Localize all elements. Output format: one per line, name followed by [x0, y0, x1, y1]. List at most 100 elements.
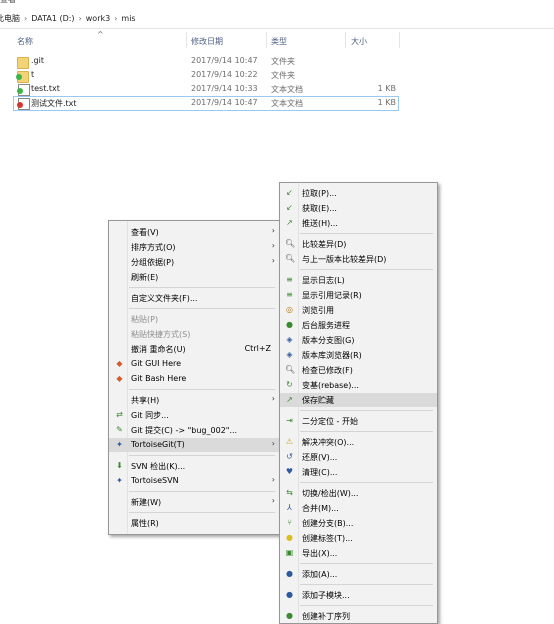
submenu-item-rebase[interactable]: ↻ 变基(rebase)...: [280, 378, 437, 392]
breadcrumb-separator-icon: ›: [114, 13, 118, 23]
context-menu: 查看(V) › 排序方式(O) › 分组依据(P) › 刷新(E) 自定义文件夹(F)…: [108, 220, 280, 535]
export-icon: ▣: [285, 548, 294, 557]
address-bar[interactable]: 此电脑 › DATA1 (D:) › work3 › mis: [0, 8, 554, 29]
text-file-git-ok-icon: [17, 84, 30, 96]
menu-item-new[interactable]: 新建(W) ›: [109, 495, 279, 509]
breadcrumb-drive[interactable]: DATA1 (D:): [31, 14, 74, 23]
submenu-item-browse-refs[interactable]: ◎ 浏览引用: [280, 303, 437, 317]
menu-item-git-sync[interactable]: ⇄ Git 同步...: [109, 408, 279, 422]
menu-item-undo-rename[interactable]: 撤消 重命名(U) Ctrl+Z: [109, 342, 279, 356]
submenu-item-show-log[interactable]: ≡ 显示日志(L): [280, 273, 437, 287]
submenu-item-pull[interactable]: ↙ 拉取(P)...: [280, 186, 437, 200]
menu-item-properties[interactable]: 属性(R): [109, 516, 279, 530]
breadcrumb-work3[interactable]: work3: [86, 14, 110, 23]
menu-item-refresh[interactable]: 刷新(E): [109, 270, 279, 284]
submenu-item-create-patch[interactable]: ● 创建补丁序列: [280, 609, 437, 623]
menu-item-svn-checkout[interactable]: ⬇ SVN 检出(K)...: [109, 459, 279, 473]
column-type[interactable]: 类型: [271, 36, 287, 47]
merge-icon: ⅄: [287, 503, 292, 512]
menu-item-customize-folder[interactable]: 自定义文件夹(F)...: [109, 291, 279, 305]
svn-checkout-icon: ⬇: [116, 461, 123, 470]
folder-icon: [17, 57, 29, 69]
submenu-item-revert[interactable]: ↺ 还原(V)...: [280, 450, 437, 464]
breadcrumb-this-pc[interactable]: 此电脑: [0, 13, 20, 24]
submenu-item-switch-checkout[interactable]: ⇆ 切换/检出(W)...: [280, 486, 437, 500]
submenu-arrow-icon: ›: [271, 496, 275, 505]
submenu-arrow-icon: ›: [271, 256, 275, 265]
submenu-arrow-icon: ›: [271, 241, 275, 250]
submenu-item-diff[interactable]: 🔍︎ 比较差异(D): [280, 237, 437, 251]
git-gui-icon: ◆: [116, 359, 123, 368]
menu-item-git-bash[interactable]: ◆ Git Bash Here: [109, 372, 279, 386]
submenu-item-add-submodule[interactable]: ● 添加子模块...: [280, 588, 437, 602]
reflog-icon: ≡: [286, 290, 293, 299]
column-name[interactable]: 名称: [17, 36, 33, 47]
submenu-item-stash-save[interactable]: ↗ 保存贮藏: [280, 393, 437, 407]
submenu-item-cleanup[interactable]: ♥ 清理(C)...: [280, 465, 437, 479]
submenu-arrow-icon: ›: [271, 226, 275, 235]
log-icon: ≡: [286, 275, 293, 284]
tortoisegit-submenu: ↙ 拉取(P)... ↙ 获取(E)... ↗ 推送(H)... 🔍︎ 比较差异…: [279, 182, 438, 624]
resolve-icon: ⚠: [285, 437, 294, 446]
submenu-item-merge[interactable]: ⅄ 合并(M)...: [280, 501, 437, 515]
diff-icon: 🔍︎: [285, 239, 296, 248]
git-commit-icon: ✎: [116, 425, 123, 434]
submenu-item-create-branch[interactable]: ⑂ 创建分支(B)...: [280, 516, 437, 530]
text-file-git-modified-icon: [17, 98, 30, 110]
check-modified-icon: 🔍︎: [285, 365, 296, 374]
file-row[interactable]: test.txt 2017/9/14 10:33 文本文档 1 KB: [14, 83, 398, 96]
browse-refs-icon: ◎: [286, 305, 293, 314]
rebase-icon: ↻: [286, 380, 293, 389]
submenu-item-repo-browser[interactable]: ◈ 版本库浏览器(R): [280, 348, 437, 362]
submenu-item-reflog[interactable]: ≡ 显示引用记录(R): [280, 288, 437, 302]
fetch-icon: ↙: [286, 203, 293, 212]
git-bash-icon: ◆: [116, 374, 123, 383]
submenu-item-daemon[interactable]: ● 后台服务进程: [280, 318, 437, 332]
menu-item-view[interactable]: 查看(V) ›: [109, 225, 279, 239]
switch-checkout-icon: ⇆: [286, 488, 293, 497]
file-row[interactable]: 测试文件.txt 2017/9/14 10:47 文本文档 1 KB: [13, 96, 399, 111]
menu-item-git-commit[interactable]: ✎ Git 提交(C) -> "bug_002"...: [109, 423, 279, 437]
revert-icon: ↺: [286, 452, 293, 461]
column-header: ^ 名称 修改日期 类型 大小: [0, 30, 400, 50]
diff-prev-icon: 🔍︎: [285, 254, 296, 263]
submenu-item-create-tag[interactable]: ● 创建标签(T)...: [280, 531, 437, 545]
submenu-item-fetch[interactable]: ↙ 获取(E)...: [280, 201, 437, 215]
menu-item-tortoisesvn[interactable]: ✦ TortoiseSVN ›: [109, 474, 279, 488]
submenu-item-check-modified[interactable]: 🔍︎ 检查已修改(F): [280, 363, 437, 377]
tortoisesvn-icon: ✦: [116, 476, 123, 485]
column-date[interactable]: 修改日期: [191, 36, 223, 47]
menu-item-share[interactable]: 共享(H) ›: [109, 393, 279, 407]
create-tag-icon: ●: [286, 533, 293, 542]
breadcrumb-separator-icon: ›: [78, 13, 82, 23]
file-row[interactable]: t 2017/9/14 10:22 文件夹: [14, 69, 398, 83]
daemon-icon: ●: [286, 320, 293, 329]
sort-ascending-icon: ^: [97, 30, 104, 39]
menu-item-tortoisegit[interactable]: ✦ TortoiseGit(T) ›: [109, 438, 279, 452]
submenu-item-export[interactable]: ▣ 导出(X)...: [280, 546, 437, 560]
submenu-item-revision-graph[interactable]: ◈ 版本分支图(G): [280, 333, 437, 347]
submenu-item-push[interactable]: ↗ 推送(H)...: [280, 216, 437, 230]
submenu-arrow-icon: ›: [271, 439, 275, 448]
menu-item-group[interactable]: 分组依据(P) ›: [109, 255, 279, 269]
submenu-item-bisect-start[interactable]: ⇥ 二分定位 - 开始: [280, 414, 437, 428]
create-branch-icon: ⑂: [287, 518, 292, 527]
add-submodule-icon: ●: [286, 590, 293, 599]
cleanup-icon: ♥: [285, 467, 294, 476]
menu-item-git-gui[interactable]: ◆ Git GUI Here: [109, 357, 279, 371]
submenu-arrow-icon: ›: [271, 475, 275, 484]
git-sync-icon: ⇄: [116, 410, 123, 419]
bisect-icon: ⇥: [286, 416, 293, 425]
file-row[interactable]: .git 2017/9/14 10:47 文件夹: [14, 55, 398, 69]
breadcrumb-mis[interactable]: mis: [121, 14, 135, 23]
submenu-arrow-icon: ›: [271, 394, 275, 403]
submenu-item-add[interactable]: ● 添加(A)...: [280, 567, 437, 581]
menu-item-sort[interactable]: 排序方式(O) ›: [109, 240, 279, 254]
submenu-item-diff-prev[interactable]: 🔍︎ 与上一版本比较差异(D): [280, 252, 437, 266]
stash-save-icon: ↗: [286, 395, 293, 404]
window-title-fragment: 查看: [0, 0, 554, 6]
submenu-item-resolve[interactable]: ⚠ 解决冲突(O)...: [280, 435, 437, 449]
menu-item-paste: 粘贴(P): [131, 315, 159, 324]
breadcrumb-separator-icon: ›: [24, 13, 28, 23]
column-size[interactable]: 大小: [351, 36, 367, 47]
